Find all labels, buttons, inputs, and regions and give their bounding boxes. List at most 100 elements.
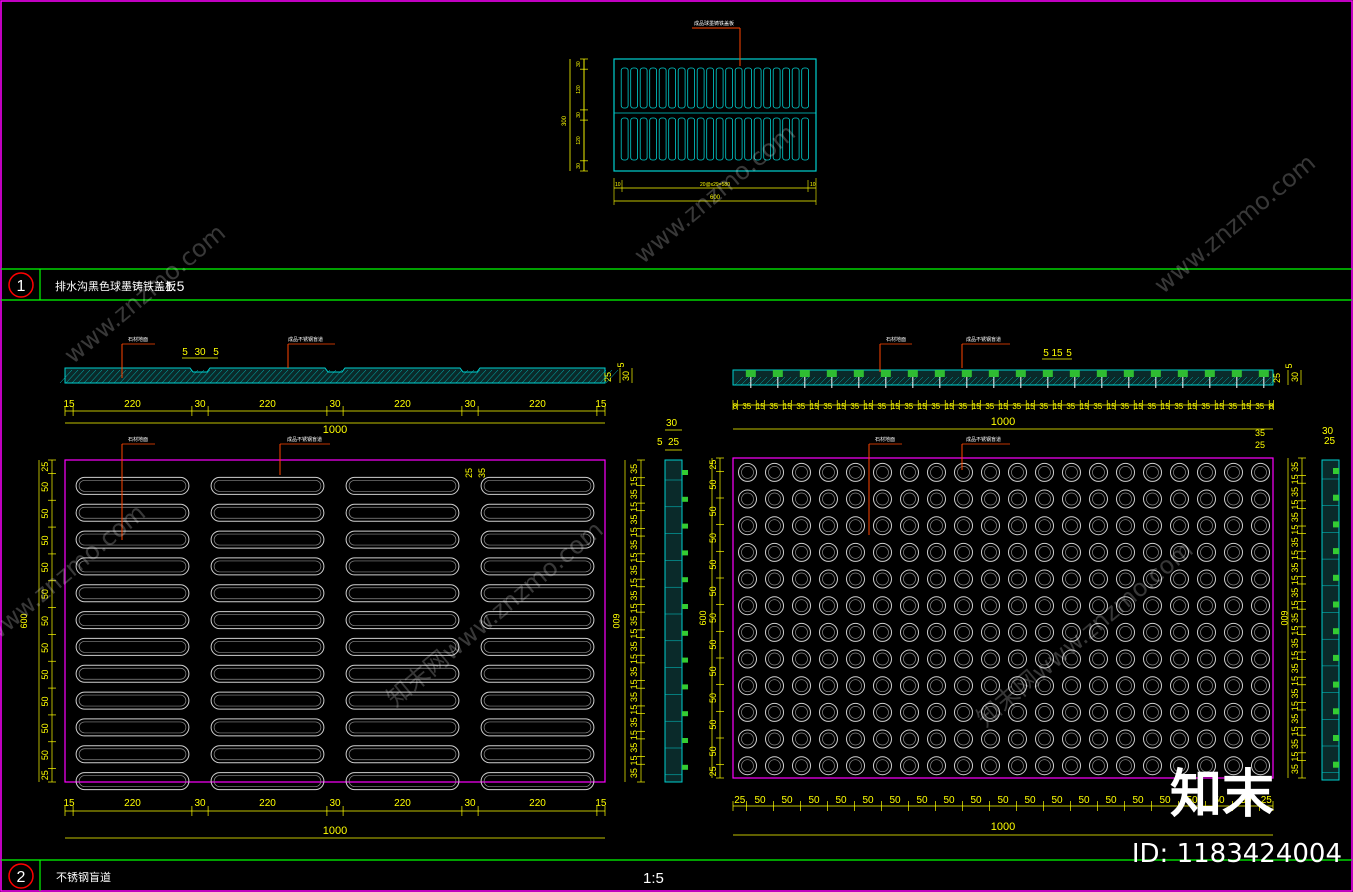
dot-section-top-dim: 5 bbox=[1066, 348, 1072, 359]
dot-plan-left-dim-label: 25 bbox=[708, 460, 718, 470]
cover-slot bbox=[649, 117, 658, 161]
dot-plan-right-total: 600 bbox=[1279, 610, 1289, 625]
tactile-bar bbox=[75, 637, 190, 656]
dot-section-bottom-dim-label: 15 bbox=[864, 402, 873, 411]
tactile-bar-inner bbox=[78, 641, 187, 653]
tactile-dot-inner bbox=[741, 732, 754, 746]
bar-section-bottom-dim-label: 220 bbox=[124, 399, 141, 410]
tactile-dot-inner bbox=[1038, 626, 1051, 639]
dot-plan-right-dim-label: 35 bbox=[1290, 613, 1300, 623]
cover-left-dim-label: 120 bbox=[576, 85, 582, 94]
tactile-dot-inner bbox=[1011, 599, 1024, 613]
bar-side-dim-1: 30 bbox=[666, 418, 678, 429]
dot-plan-callout-b: 成品不锈钢盲道 bbox=[966, 436, 1001, 443]
tactile-bar-inner bbox=[78, 614, 187, 626]
cover-plate-left-dimensions: 30 120 30 120 30 bbox=[576, 58, 588, 172]
bar-plan-bottom-dim-label: 30 bbox=[464, 798, 476, 809]
bar-plan-right-dim-label: 35 bbox=[629, 743, 639, 753]
bar-plan-right-dim-label: 35 bbox=[629, 768, 639, 778]
tactile-dot-inner bbox=[795, 652, 808, 666]
bar-side-rib bbox=[682, 523, 688, 529]
tactile-dot-inner bbox=[1146, 759, 1159, 773]
dot-plan-bottom-dim-label: 50 bbox=[997, 795, 1009, 806]
tactile-dot-inner bbox=[957, 492, 970, 506]
dot-section-bottom-dim-label: 15 bbox=[1134, 402, 1143, 411]
tactile-dot-inner bbox=[1119, 759, 1132, 773]
dot-side-stud bbox=[1333, 574, 1339, 581]
tactile-dot-inner bbox=[1092, 546, 1105, 559]
tactile-dot-inner bbox=[795, 759, 808, 773]
dot-section-stud bbox=[1042, 370, 1053, 377]
tactile-dot-inner bbox=[1173, 466, 1186, 479]
dot-plan-left-dimensions: 25 50 50 50 50 50 50 50 50 50 50 50 25 bbox=[708, 457, 724, 779]
tactile-dot-inner bbox=[930, 626, 943, 639]
bar-plan-left-dim-label: 50 bbox=[40, 670, 50, 680]
tactile-bar bbox=[345, 557, 460, 576]
tactile-bar bbox=[210, 611, 325, 630]
bar-plan-left-dim-label: 50 bbox=[40, 535, 50, 545]
dot-section-bottom-dim-label: 15 bbox=[1188, 402, 1197, 411]
cover-slot bbox=[696, 117, 705, 161]
dot-section-top-dim: 15 bbox=[1051, 348, 1063, 359]
tactile-bar-inner bbox=[483, 748, 592, 761]
dot-section-right-dim: 25 bbox=[1272, 373, 1282, 383]
bar-section-callout-a: 石材地面 bbox=[128, 336, 148, 343]
tactile-dot-inner bbox=[1065, 732, 1078, 746]
tactile-dot-inner bbox=[822, 546, 835, 559]
dot-plan-bottom-dim-label: 25 bbox=[734, 795, 746, 806]
dot-section-bottom-dim-label: 35 bbox=[742, 402, 751, 411]
cover-slot bbox=[649, 67, 658, 109]
bar-section-callout-b: 成品不锈钢盲道 bbox=[288, 336, 323, 343]
bar-plan-right-dim-label: 35 bbox=[629, 616, 639, 626]
dot-section-bottom-dim-label: 15 bbox=[1161, 402, 1170, 411]
tactile-dot-inner bbox=[1065, 679, 1078, 693]
dot-section-bottom-dim-label: 35 bbox=[931, 402, 940, 411]
tactile-dot-inner bbox=[876, 466, 889, 479]
tactile-bar bbox=[345, 476, 460, 495]
tactile-dot-inner bbox=[741, 652, 754, 666]
tactile-dot-inner bbox=[1119, 466, 1132, 479]
tactile-bar bbox=[210, 745, 325, 764]
tactile-dot-inner bbox=[903, 466, 916, 479]
tactile-dot-inner bbox=[930, 759, 943, 773]
tactile-dot-inner bbox=[768, 572, 781, 586]
dot-section-bottom-dim-label: 35 bbox=[1174, 402, 1183, 411]
tactile-dot-inner bbox=[795, 732, 808, 746]
tactile-dot-inner bbox=[822, 679, 835, 693]
tactile-dot-inner bbox=[822, 599, 835, 613]
dot-plan-right-dim-label: 35 bbox=[1290, 764, 1300, 774]
tactile-bar-inner bbox=[78, 587, 187, 600]
tactile-bar bbox=[480, 503, 595, 522]
tactile-bar-inner bbox=[213, 614, 322, 626]
tactile-bar-inner bbox=[213, 560, 322, 573]
dot-plan-right-dimensions: 3515351535153515351535153515351535153515… bbox=[1287, 457, 1306, 779]
bar-plan-bottom-dim-label: 30 bbox=[194, 798, 206, 809]
dot-plan-right-dim-label: 35 bbox=[1290, 739, 1300, 749]
tactile-dot-inner bbox=[1065, 519, 1078, 533]
bar-section-right-dimensions: 255 30 bbox=[603, 362, 633, 383]
bar-side-rib bbox=[682, 711, 688, 717]
dot-section-callout-a: 石材地面 bbox=[886, 336, 906, 343]
tactile-bar bbox=[480, 745, 595, 764]
tactile-dot-inner bbox=[1038, 599, 1051, 613]
dot-section-stud bbox=[772, 370, 783, 377]
tactile-dot-inner bbox=[1119, 519, 1132, 533]
tactile-bar-inner bbox=[78, 721, 187, 734]
tactile-dot-inner bbox=[1038, 546, 1051, 559]
cover-slot bbox=[639, 117, 648, 161]
bar-side-rib bbox=[682, 657, 688, 663]
tactile-dot-inner bbox=[1092, 759, 1105, 773]
dot-side-stud bbox=[1333, 628, 1339, 635]
tactile-dot-inner bbox=[741, 492, 754, 506]
dot-section-bottom-dim-label: 15 bbox=[918, 402, 927, 411]
tactile-dot-inner bbox=[984, 572, 997, 586]
dot-section-top-dimensions: 5 15 5 bbox=[1042, 348, 1072, 360]
tactile-bar-inner bbox=[483, 480, 592, 492]
dot-side-stud bbox=[1333, 735, 1339, 741]
tactile-dot-inner bbox=[957, 732, 970, 746]
tactile-bar bbox=[210, 637, 325, 656]
dot-section-stud bbox=[1231, 370, 1242, 377]
tactile-dot-inner bbox=[849, 626, 862, 639]
bar-plan-corner-dim-1: 25 bbox=[464, 468, 474, 478]
tactile-bar bbox=[75, 584, 190, 603]
